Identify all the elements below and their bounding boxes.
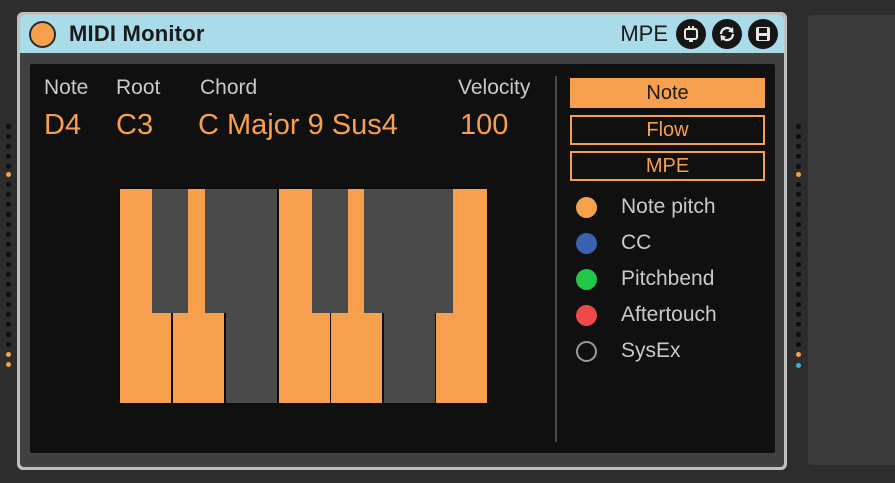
black-key — [364, 189, 400, 313]
mpe-mode-button[interactable]: MPE — [570, 151, 765, 181]
rail-port-dot — [6, 332, 11, 337]
rail-port-dot — [6, 272, 11, 277]
legend-label: Pitchbend — [621, 267, 715, 290]
chord-value: C Major 9 Sus4 — [198, 109, 398, 141]
chord-header: Chord — [200, 76, 258, 99]
device-power-button[interactable] — [29, 20, 56, 48]
legend-item-sysex: SysEx — [576, 338, 681, 364]
rail-port-dot — [6, 164, 11, 169]
rail-port-dot — [796, 252, 801, 257]
rail-port-dot — [6, 242, 11, 247]
rail-port-dot — [6, 134, 11, 139]
note-header: Note — [44, 76, 89, 99]
note-pitch-dot-icon — [576, 196, 597, 218]
rail-port-dot — [796, 144, 801, 149]
rail-port-dot — [796, 182, 801, 187]
rail-port-dot — [796, 222, 801, 227]
rail-port-dot — [796, 242, 801, 247]
rail-port-dot — [6, 192, 11, 197]
rail-port-dot — [6, 144, 11, 149]
rail-port-dot — [796, 262, 801, 267]
save-icon[interactable] — [748, 19, 778, 49]
cc-dot-icon — [576, 232, 597, 254]
piano-keyboard — [118, 187, 489, 405]
rail-port-dot — [6, 202, 11, 207]
rail-port-dot — [796, 282, 801, 287]
device-body: MIDI Monitor MPE Note Root Chord Velocit… — [20, 15, 784, 467]
rail-port-dot — [6, 292, 11, 297]
rail-port-dot — [6, 222, 11, 227]
rail-active-port-dot — [796, 352, 801, 357]
rail-active-port-dot — [6, 172, 11, 177]
flow-mode-button[interactable]: Flow — [570, 115, 765, 145]
rail-port-dot — [796, 292, 801, 297]
device-titlebar[interactable]: MIDI Monitor MPE — [20, 15, 784, 53]
rail-port-dot — [796, 272, 801, 277]
legend-label: Aftertouch — [621, 303, 717, 326]
note-value: D4 — [44, 109, 82, 141]
rail-active-port-dot — [796, 172, 801, 177]
next-device-panel — [808, 15, 895, 465]
midi-plug-icon[interactable] — [676, 19, 706, 49]
legend-label: CC — [621, 231, 652, 254]
rail-port-dot — [6, 252, 11, 257]
note-mode-button[interactable]: Note — [570, 78, 765, 108]
rail-port-dot — [6, 322, 11, 327]
panel-divider — [555, 76, 557, 442]
right-connection-rail — [790, 0, 808, 483]
black-key — [312, 189, 348, 313]
pitchbend-dot-icon — [576, 268, 597, 290]
left-connection-rail — [0, 0, 16, 483]
rail-port-dot — [796, 302, 801, 307]
rail-port-dot — [6, 342, 11, 347]
rail-port-dot — [6, 312, 11, 317]
legend-item-pitchbend: Pitchbend — [576, 266, 714, 292]
velocity-header: Velocity — [458, 76, 531, 99]
rail-port-dot — [796, 192, 801, 197]
rail-port-dot — [796, 322, 801, 327]
refresh-icon[interactable] — [712, 19, 742, 49]
rail-port-dot — [796, 312, 801, 317]
rail-port-dot — [796, 342, 801, 347]
rail-port-dot — [796, 202, 801, 207]
rail-active-port-dot — [6, 352, 11, 357]
velocity-value: 100 — [460, 109, 509, 141]
rail-port-dot — [6, 232, 11, 237]
rail-active-port-dot — [6, 362, 11, 367]
mpe-toggle-label[interactable]: MPE — [620, 21, 668, 47]
rail-port-dot — [796, 212, 801, 217]
rail-port-dot — [6, 282, 11, 287]
rail-port-dot — [796, 124, 801, 129]
legend-item-note-pitch: Note pitch — [576, 194, 716, 220]
monitor-display: Note Root Chord Velocity D4 C3 C Major 9… — [30, 64, 775, 453]
rail-port-dot — [796, 164, 801, 169]
black-key — [417, 189, 453, 313]
rail-output-port-dot — [796, 363, 801, 368]
rail-port-dot — [796, 154, 801, 159]
black-key — [205, 189, 241, 313]
rail-port-dot — [6, 302, 11, 307]
legend-item-aftertouch: Aftertouch — [576, 302, 717, 328]
root-header: Root — [116, 76, 161, 99]
midi-monitor-device: MIDI Monitor MPE Note Root Chord Velocit… — [17, 12, 787, 470]
rail-port-dot — [6, 212, 11, 217]
rail-port-dot — [796, 232, 801, 237]
rail-port-dot — [6, 182, 11, 187]
aftertouch-dot-icon — [576, 304, 597, 326]
black-key — [152, 189, 188, 313]
legend-label: SysEx — [621, 339, 681, 362]
legend-label: Note pitch — [621, 195, 716, 218]
rail-port-dot — [796, 134, 801, 139]
rail-port-dot — [6, 154, 11, 159]
root-value: C3 — [116, 109, 154, 141]
titlebar-controls: MPE — [620, 19, 778, 49]
device-title: MIDI Monitor — [69, 21, 205, 46]
rail-port-dot — [6, 124, 11, 129]
rail-port-dot — [796, 332, 801, 337]
sysex-dot-icon — [576, 340, 597, 362]
legend-item-cc: CC — [576, 230, 651, 256]
rail-port-dot — [6, 262, 11, 267]
